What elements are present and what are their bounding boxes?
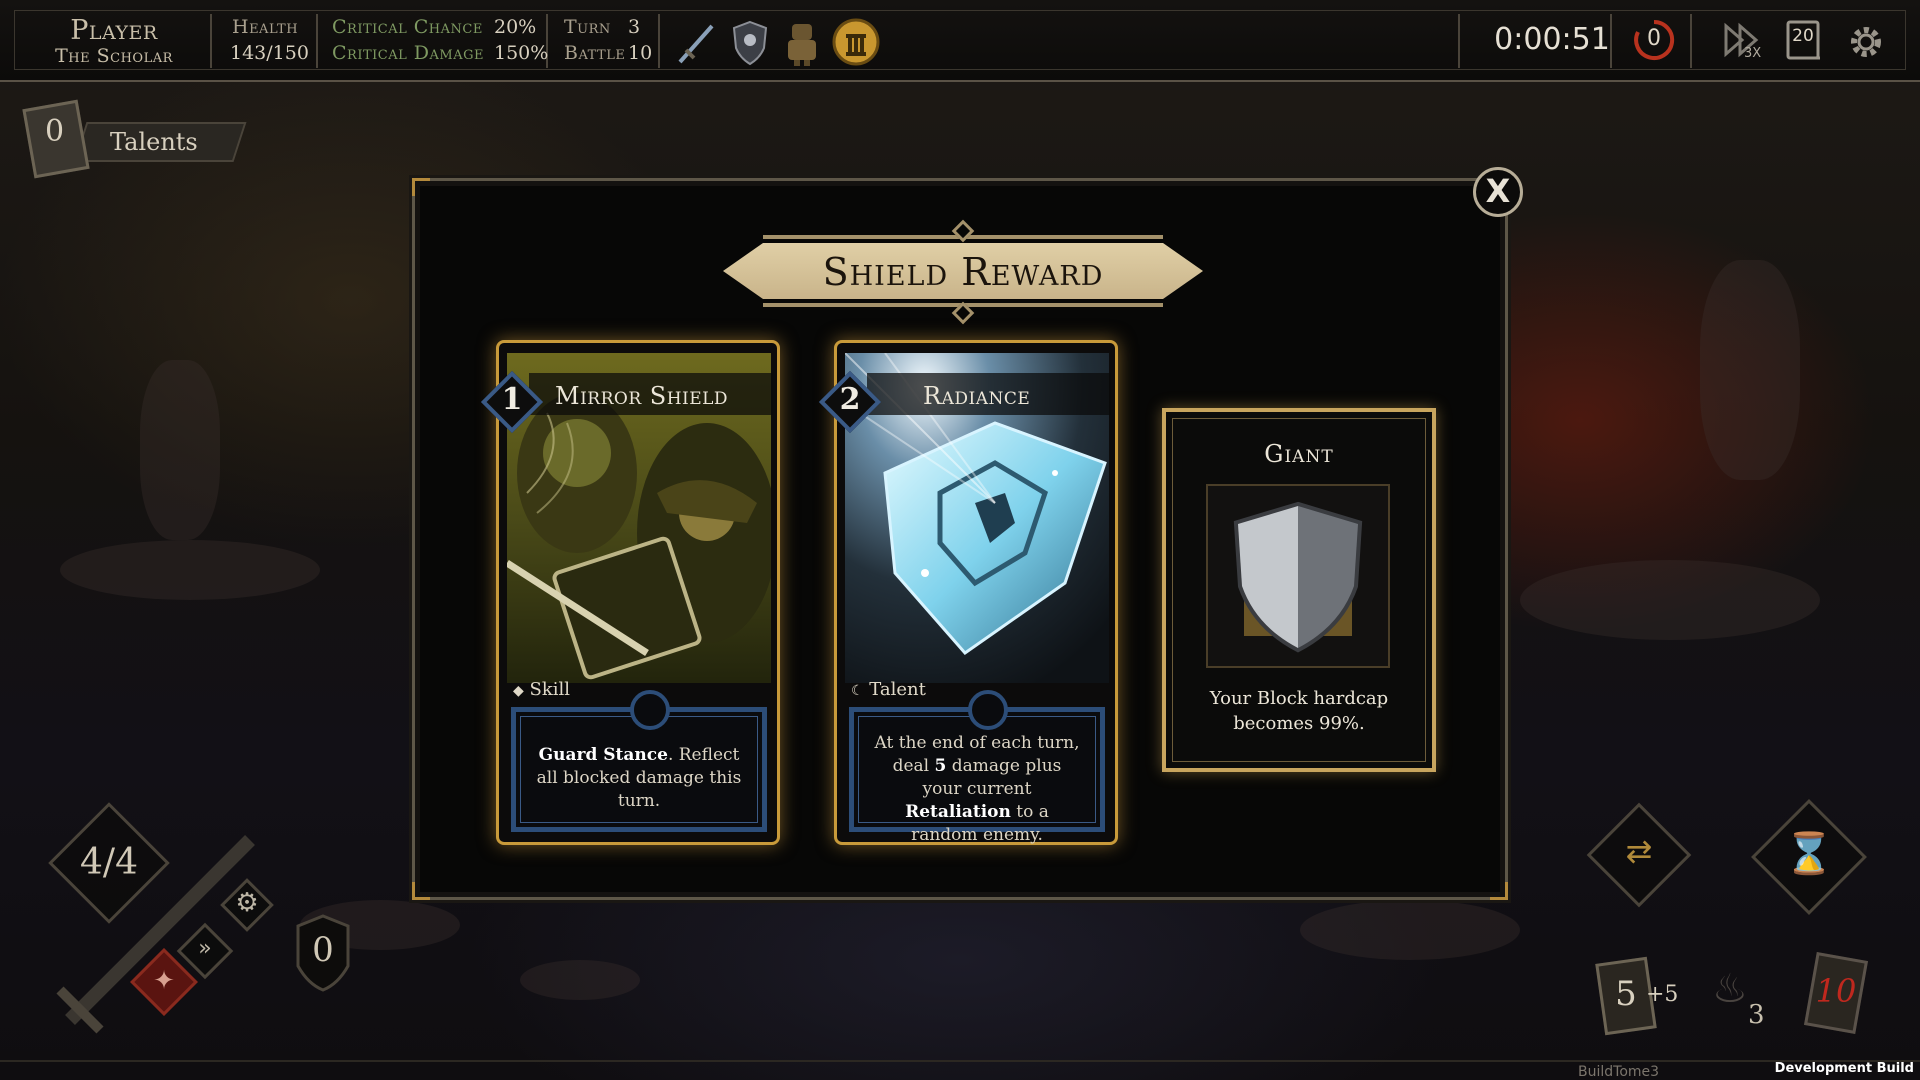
card-cost: 2 bbox=[818, 370, 882, 434]
crit-damage-value: 150% bbox=[494, 42, 549, 64]
top-status-bar: Player The Scholar Health 143/150 Critic… bbox=[0, 0, 1920, 82]
close-button[interactable]: X bbox=[1473, 167, 1523, 217]
turn-label: Turn bbox=[564, 16, 611, 38]
card-type-label: Talent bbox=[869, 679, 926, 700]
card-name: Radiance bbox=[923, 382, 1031, 410]
card-description-box: Guard Stance. Reflect all blocked damage… bbox=[511, 690, 767, 832]
ability-sigil-button[interactable]: ✦ bbox=[130, 948, 198, 1016]
sigil-icon: ✦ bbox=[153, 966, 175, 996]
deck-count: 20 bbox=[1792, 26, 1814, 46]
exhaust-pile[interactable]: ♨ 3 bbox=[1708, 960, 1778, 1040]
card-cost-value: 1 bbox=[501, 382, 523, 417]
skill-type-icon: ◆ bbox=[513, 683, 524, 699]
reroll-divider bbox=[1690, 14, 1692, 68]
talents-count: 0 bbox=[45, 114, 65, 149]
player-info: Player The Scholar bbox=[18, 14, 212, 68]
card-cost: 1 bbox=[480, 370, 544, 434]
deck-button[interactable]: 20 bbox=[1782, 18, 1826, 64]
end-turn-button[interactable]: ⌛ bbox=[1748, 796, 1870, 918]
card-type: ◆ Skill bbox=[513, 679, 570, 700]
damage-value: 5 bbox=[934, 756, 947, 776]
modal-title: Shield Reward bbox=[822, 250, 1104, 294]
weapon-sword-icon bbox=[40, 820, 270, 1050]
draw-pile-count: 5 bbox=[1615, 974, 1637, 1014]
ability-gear-button[interactable]: ⚙ bbox=[220, 878, 274, 932]
crit-info: Critical Chance 20% Critical Damage 150% bbox=[320, 14, 548, 68]
run-timer: 0:00:51 bbox=[1494, 22, 1610, 57]
sword-relic-icon[interactable] bbox=[672, 16, 720, 68]
battle-value: 10 bbox=[628, 42, 653, 64]
reward-card-radiance[interactable]: Radiance 2 ☾ Talent At the end of each t… bbox=[818, 340, 1118, 845]
giant-shield-icon bbox=[1206, 484, 1390, 668]
turn-info: Turn 3 Battle 10 bbox=[550, 14, 660, 68]
discard-count: 10 bbox=[1815, 972, 1857, 1010]
turn-value: 3 bbox=[628, 16, 641, 38]
draw-pile[interactable]: 5 +5 bbox=[1590, 956, 1686, 1040]
temple-coin-icon[interactable] bbox=[832, 16, 880, 68]
exhaust-count: 3 bbox=[1748, 1000, 1765, 1030]
settings-button[interactable] bbox=[1844, 20, 1888, 64]
block-indicator: 0 bbox=[294, 912, 352, 994]
crit-damage-label: Critical Damage bbox=[332, 42, 484, 64]
card-description-box: At the end of each turn, deal 5 damage p… bbox=[849, 690, 1105, 845]
keyword-retaliation: Retaliation bbox=[905, 802, 1011, 822]
gear-icon bbox=[1851, 27, 1881, 57]
bottom-frame-line bbox=[0, 1060, 1920, 1062]
swap-arrows-icon: ⇄ bbox=[1625, 832, 1653, 870]
giant-reward-option[interactable]: Giant Your Block hardcap becomes 99%. bbox=[1162, 408, 1436, 772]
talent-type-icon: ☾ bbox=[851, 683, 864, 699]
discard-pile[interactable]: 10 bbox=[1800, 952, 1880, 1038]
flame-icon: ♨ bbox=[1712, 966, 1748, 1012]
reroll-counter[interactable]: 0 bbox=[1632, 18, 1676, 62]
draw-bonus: +5 bbox=[1646, 982, 1679, 1007]
card-description: Guard Stance. Reflect all blocked damage… bbox=[536, 745, 742, 811]
gear-icon: ⚙ bbox=[235, 888, 259, 918]
hourglass-icon: ⌛ bbox=[1784, 831, 1834, 877]
game-speed-button[interactable]: 3X bbox=[1720, 20, 1768, 64]
game-speed-label: 3X bbox=[1744, 46, 1762, 61]
talents-label: Talents bbox=[110, 128, 198, 156]
shield-relic-icon[interactable] bbox=[726, 16, 774, 68]
player-name: Player bbox=[70, 15, 158, 46]
block-value: 0 bbox=[312, 930, 334, 970]
card-cost-value: 2 bbox=[839, 382, 861, 417]
dev-build-label: Development Build bbox=[1774, 1061, 1914, 1076]
right-section-divider bbox=[1458, 14, 1460, 68]
card-type-label: Skill bbox=[529, 679, 571, 700]
health-value: 143/150 bbox=[230, 42, 309, 64]
giant-description: Your Block hardcap becomes 99%. bbox=[1209, 688, 1389, 734]
card-description: At the end of each turn, deal 5 damage p… bbox=[874, 733, 1080, 845]
card-name: Mirror Shield bbox=[555, 382, 729, 410]
talents-button[interactable]: Talents 0 bbox=[20, 98, 247, 179]
reward-banner: Shield Reward bbox=[723, 219, 1203, 325]
build-name: BuildTome3 bbox=[1578, 1064, 1660, 1080]
timer-divider bbox=[1610, 14, 1612, 68]
battle-label: Battle bbox=[564, 42, 626, 64]
health-info: Health 143/150 bbox=[214, 14, 318, 68]
keyword-guard-stance: Guard Stance bbox=[538, 745, 668, 765]
reroll-count: 0 bbox=[1647, 26, 1661, 51]
swap-button[interactable]: ⇄ bbox=[1584, 800, 1694, 910]
crit-chance-label: Critical Chance bbox=[332, 16, 483, 38]
reward-card-mirror-shield[interactable]: Mirror Shield 1 ◆ Skill Guard Stance. Re… bbox=[480, 340, 780, 845]
card-type: ☾ Talent bbox=[851, 679, 926, 700]
shield-emblem-icon bbox=[968, 690, 1008, 730]
health-label: Health bbox=[232, 16, 299, 38]
giant-title: Giant bbox=[1264, 440, 1334, 468]
player-class: The Scholar bbox=[55, 45, 173, 67]
golem-relic-icon[interactable] bbox=[778, 16, 826, 68]
crit-chance-value: 20% bbox=[494, 16, 537, 38]
shield-emblem-icon bbox=[630, 690, 670, 730]
